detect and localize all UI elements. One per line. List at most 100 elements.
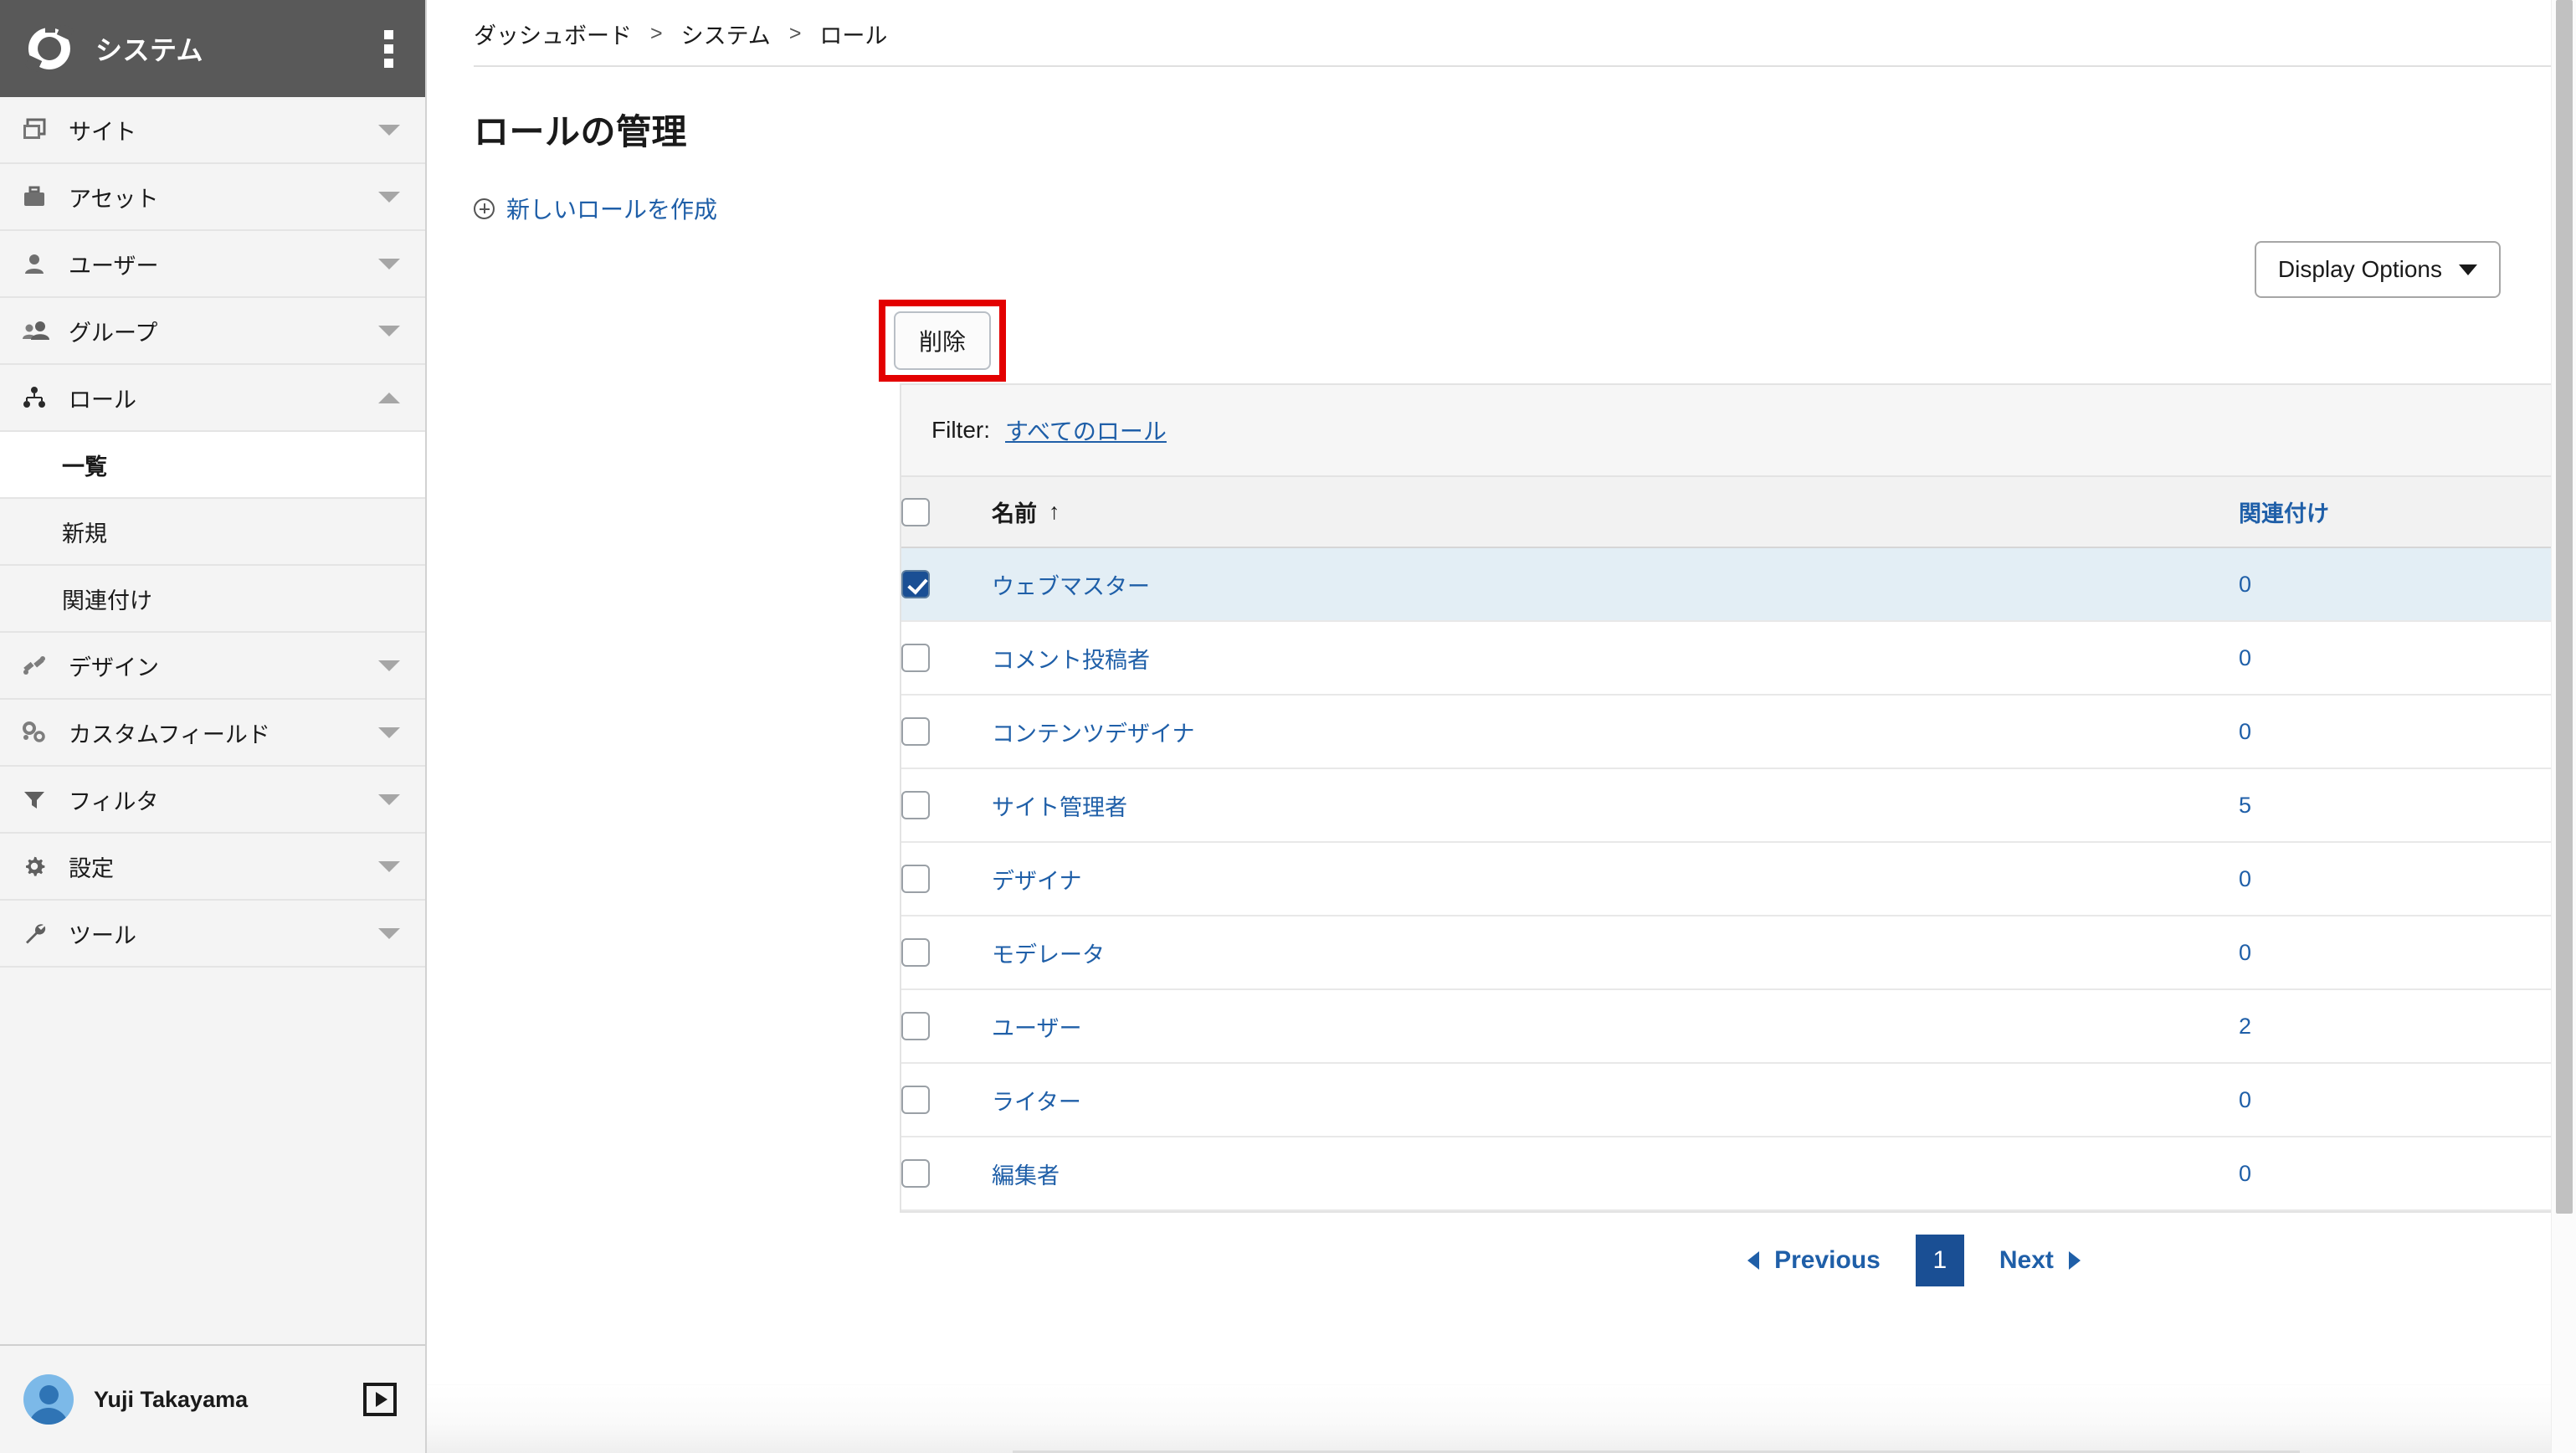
role-name-link[interactable]: モデレータ xyxy=(992,942,1105,968)
role-name-link[interactable]: ユーザー xyxy=(992,1016,1081,1041)
brand-title: システム xyxy=(95,35,204,65)
role-name-link[interactable]: ライター xyxy=(992,1090,1081,1115)
column-header-name: 名前 xyxy=(992,501,1037,526)
sidebar-subitem-list[interactable]: 一覧 xyxy=(0,432,425,499)
table-row[interactable]: モデレータ 0 xyxy=(901,916,2576,989)
role-association-link[interactable]: 0 xyxy=(2239,940,2251,965)
sidebar-item-sites[interactable]: サイト xyxy=(0,97,425,164)
chevron-down-icon[interactable] xyxy=(378,258,400,270)
logout-arrow-icon[interactable] xyxy=(363,1383,397,1416)
role-name-link[interactable]: コメント投稿者 xyxy=(992,648,1150,673)
table-row[interactable]: デザイナ 0 xyxy=(901,842,2576,916)
sidebar-item-groups[interactable]: グループ xyxy=(0,298,425,365)
role-name-link[interactable]: サイト管理者 xyxy=(992,795,1127,820)
pagination-previous-button[interactable]: Previous xyxy=(1724,1246,1904,1275)
sort-by-name-button[interactable]: 名前 ↑ xyxy=(992,495,1060,528)
row-checkbox[interactable] xyxy=(901,570,930,598)
table-row[interactable]: ライター 0 xyxy=(901,1063,2576,1137)
chevron-down-icon[interactable] xyxy=(378,793,400,805)
table-row[interactable]: サイト管理者 5 xyxy=(901,768,2576,842)
table-row[interactable]: ウェブマスター 0 xyxy=(901,547,2576,621)
chevron-down-icon[interactable] xyxy=(378,860,400,872)
row-checkbox-cell xyxy=(901,1063,992,1137)
row-checkbox[interactable] xyxy=(901,1159,930,1188)
table-row[interactable]: コンテンツデザイナ 0 xyxy=(901,695,2576,768)
briefcase-icon xyxy=(22,185,59,208)
row-checkbox[interactable] xyxy=(901,938,930,967)
pagination-previous-label: Previous xyxy=(1774,1246,1881,1274)
role-name-link[interactable]: ウェブマスター xyxy=(992,574,1150,599)
row-checkbox[interactable] xyxy=(901,1012,930,1040)
page-title: ロールの管理 xyxy=(474,112,688,151)
row-name-cell: ウェブマスター xyxy=(992,547,2239,621)
chevron-down-icon[interactable] xyxy=(378,191,400,203)
sidebar-subitem-new[interactable]: 新規 xyxy=(0,499,425,566)
user-avatar-icon xyxy=(23,1374,74,1425)
sidebar-item-filter[interactable]: フィルタ xyxy=(0,767,425,834)
role-name-link[interactable]: 編集者 xyxy=(992,1163,1060,1189)
triangle-left-icon xyxy=(1747,1251,1760,1270)
roles-table-body: ウェブマスター 0 コメント投稿者 0 コンテンツデザイナ 0 サイト管理者 5… xyxy=(901,547,2576,1210)
chevron-up-icon[interactable] xyxy=(378,392,400,403)
role-name-link[interactable]: コンテンツデザイナ xyxy=(992,721,1194,747)
role-association-link[interactable]: 0 xyxy=(2239,1161,2251,1186)
role-association-link[interactable]: 0 xyxy=(2239,572,2251,597)
select-all-checkbox[interactable] xyxy=(901,497,930,526)
roles-table-head: 名前 ↑ 関連付け xyxy=(901,477,2576,548)
role-association-link[interactable]: 0 xyxy=(2239,866,2251,891)
breadcrumb-item-dashboard[interactable]: ダッシュボード xyxy=(474,18,632,50)
pagination-page-1[interactable]: 1 xyxy=(1915,1235,1964,1286)
row-checkbox[interactable] xyxy=(901,791,930,819)
role-name-link[interactable]: デザイナ xyxy=(992,869,1081,894)
sidebar-item-label: アセット xyxy=(69,186,159,212)
chevron-down-icon[interactable] xyxy=(378,927,400,939)
scrollbar-thumb[interactable] xyxy=(2556,0,2573,1214)
role-association-link[interactable]: 0 xyxy=(2239,719,2251,744)
row-checkbox-cell xyxy=(901,621,992,695)
pagination-next-button[interactable]: Next xyxy=(1976,1246,2104,1275)
sidebar-item-label: カスタムフィールド xyxy=(69,721,270,747)
display-options-button[interactable]: Display Options xyxy=(2254,241,2501,298)
row-association-cell: 0 xyxy=(2239,916,2576,989)
sidebar-item-label: グループ xyxy=(69,320,158,346)
chevron-down-icon[interactable] xyxy=(378,124,400,136)
role-association-link[interactable]: 5 xyxy=(2239,793,2251,818)
sidebar-user-footer[interactable]: Yuji Takayama xyxy=(0,1344,425,1453)
delete-button[interactable]: 削除 xyxy=(894,311,991,370)
filter-value-link[interactable]: すべてのロール xyxy=(1005,413,1167,447)
sidebar-item-assets[interactable]: アセット xyxy=(0,164,425,231)
row-checkbox[interactable] xyxy=(901,1086,930,1114)
kebab-menu-icon[interactable] xyxy=(380,27,397,71)
row-name-cell: コメント投稿者 xyxy=(992,621,2239,695)
row-association-cell: 0 xyxy=(2239,1137,2576,1210)
sidebar-item-settings[interactable]: 設定 xyxy=(0,834,425,901)
chevron-down-icon[interactable] xyxy=(378,726,400,738)
sidebar-subitem-label: 新規 xyxy=(62,521,107,547)
table-row[interactable]: コメント投稿者 0 xyxy=(901,621,2576,695)
breadcrumb-item-system[interactable]: システム xyxy=(681,18,771,50)
sidebar-item-tools[interactable]: ツール xyxy=(0,901,425,968)
sidebar-item-custom-fields[interactable]: カスタムフィールド xyxy=(0,700,425,767)
sidebar-item-users[interactable]: ユーザー xyxy=(0,231,425,298)
row-checkbox[interactable] xyxy=(901,644,930,672)
create-role-link[interactable]: 新しいロールを作成 xyxy=(474,192,717,225)
role-association-link[interactable]: 2 xyxy=(2239,1014,2251,1039)
sidebar-subitem-association[interactable]: 関連付け xyxy=(0,566,425,633)
triangle-right-icon xyxy=(2068,1251,2081,1270)
sidebar-subitem-label: 関連付け xyxy=(62,588,152,614)
row-name-cell: ユーザー xyxy=(992,989,2239,1063)
table-row[interactable]: ユーザー 2 xyxy=(901,989,2576,1063)
chevron-down-icon[interactable] xyxy=(378,325,400,336)
table-row[interactable]: 編集者 0 xyxy=(901,1137,2576,1210)
role-association-link[interactable]: 0 xyxy=(2239,1087,2251,1112)
vertical-scrollbar[interactable] xyxy=(2551,0,2576,1453)
sidebar-item-roles[interactable]: ロール xyxy=(0,365,425,432)
chevron-down-icon[interactable] xyxy=(378,660,400,671)
sidebar-item-design[interactable]: デザイン xyxy=(0,633,425,700)
breadcrumb-item-roles[interactable]: ロール xyxy=(819,18,887,50)
column-header-association[interactable]: 関連付け xyxy=(2239,501,2329,526)
row-checkbox[interactable] xyxy=(901,865,930,893)
role-association-link[interactable]: 0 xyxy=(2239,645,2251,670)
row-checkbox[interactable] xyxy=(901,717,930,746)
user-name: Yuji Takayama xyxy=(94,1386,249,1412)
